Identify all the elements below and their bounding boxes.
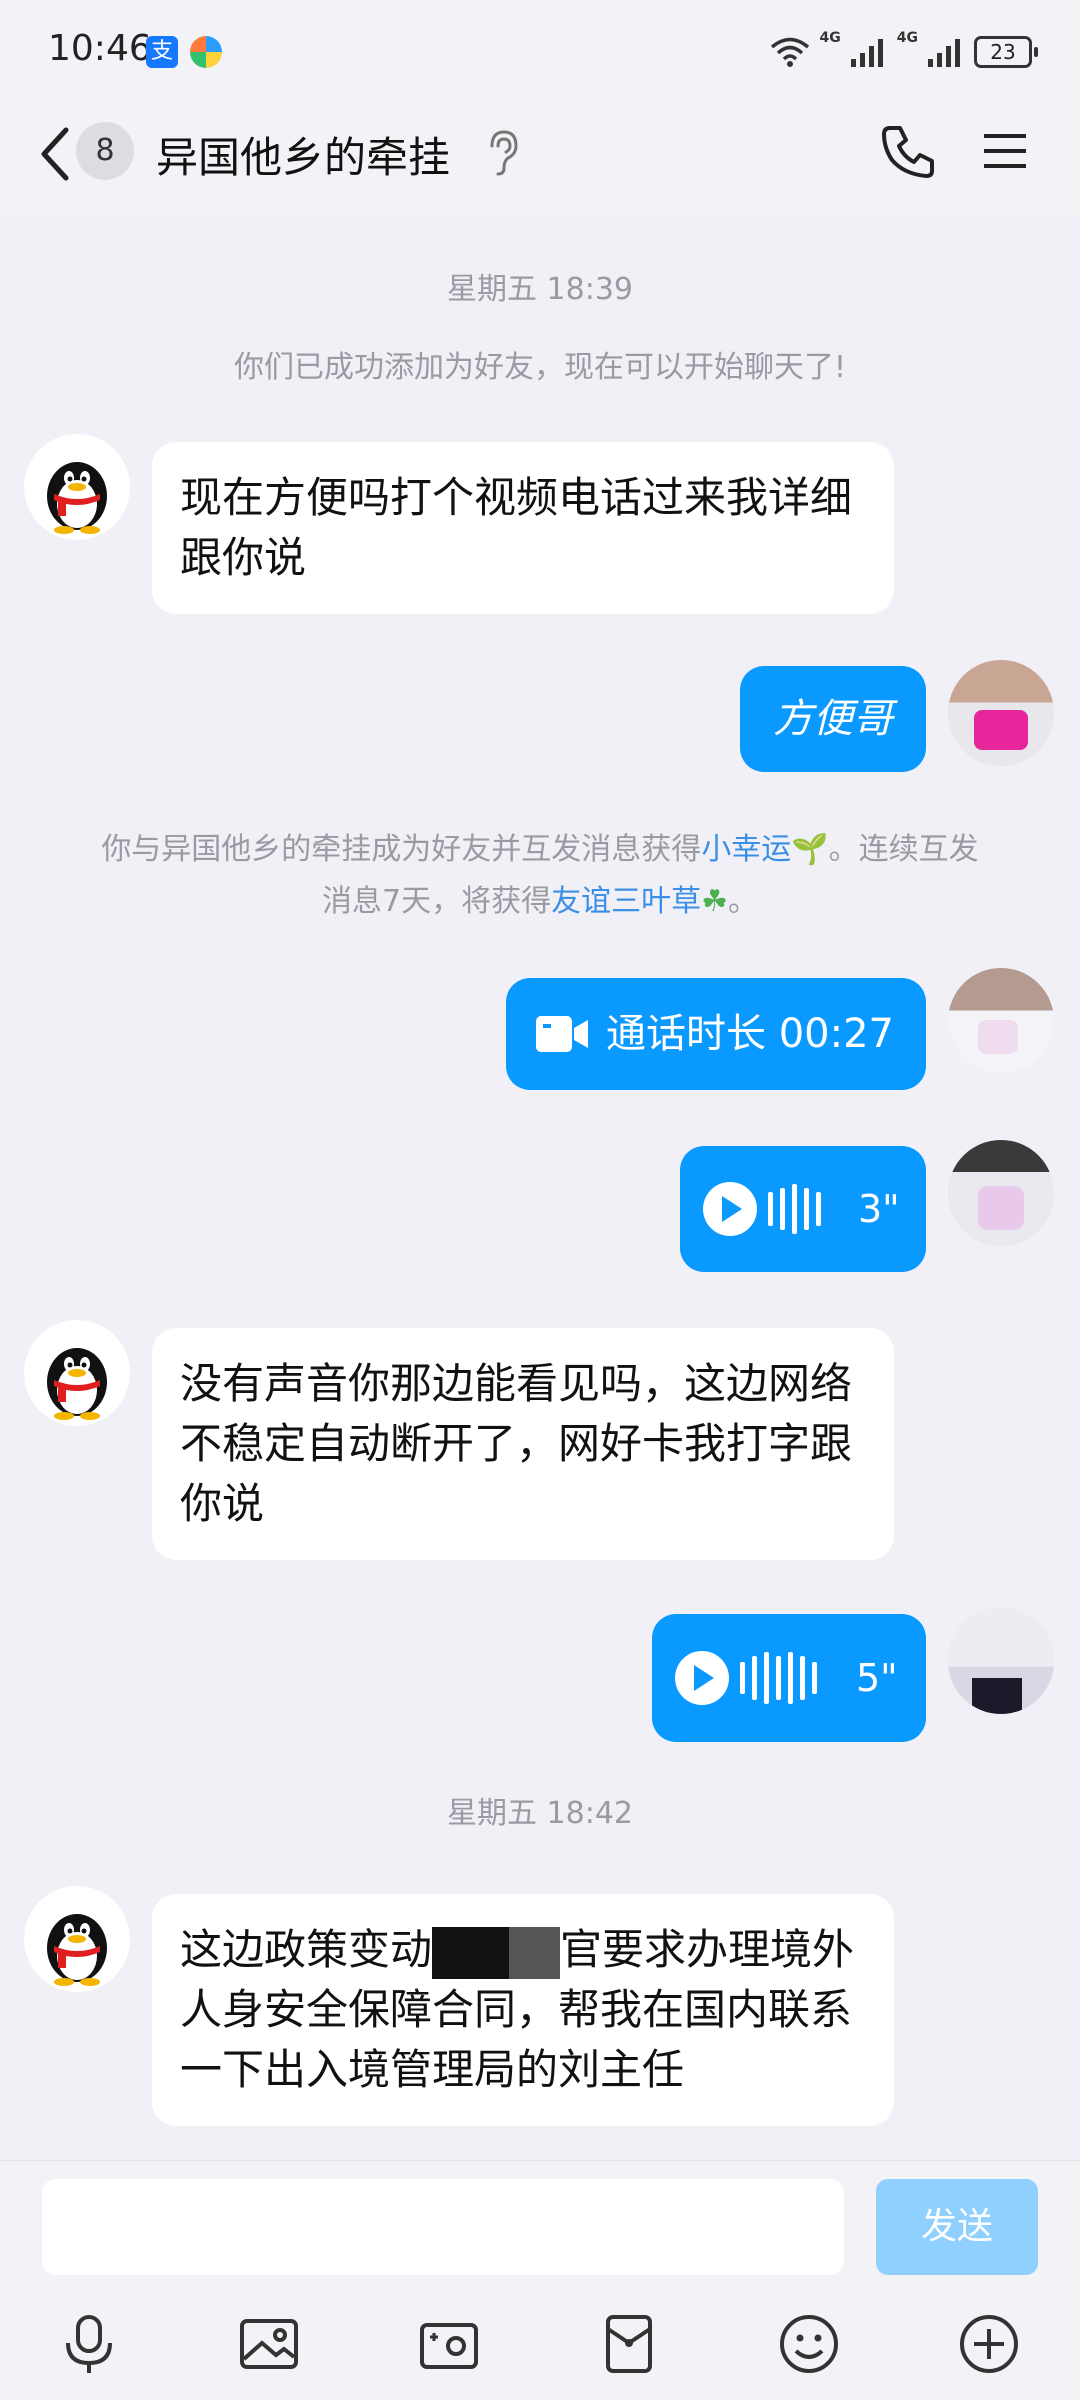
menu-icon[interactable] — [980, 126, 1030, 176]
sprout-icon: 🌱 — [791, 832, 829, 867]
browser-app-icon — [190, 36, 222, 68]
timestamp: 星期五 18:42 — [447, 1796, 633, 1831]
system-text: 。 — [728, 884, 758, 919]
system-message-added: 你们已成功添加为好友，现在可以开始聊天了! — [233, 350, 847, 385]
signal-icon — [928, 39, 960, 67]
call-duration: 通话时长 00:27 — [606, 1011, 894, 1057]
status-time: 10:46 — [48, 28, 152, 69]
avatar-self[interactable] — [948, 660, 1054, 766]
message-bubble-outgoing[interactable]: 方便哥 — [740, 666, 926, 772]
message-bubble-incoming[interactable]: 现在方便吗打个视频电话过来我详细跟你说 — [152, 442, 894, 614]
chat-title[interactable]: 异国他乡的牵挂 — [156, 124, 450, 185]
video-camera-icon — [536, 1016, 588, 1052]
image-icon[interactable] — [236, 2311, 302, 2377]
emoji-icon[interactable] — [776, 2311, 842, 2377]
link-clover[interactable]: 友谊三叶草 — [551, 884, 701, 919]
network-type-1: 4G — [819, 30, 841, 46]
phone-icon[interactable] — [880, 122, 938, 180]
avatar-self[interactable] — [948, 1140, 1054, 1246]
avatar-self[interactable] — [948, 968, 1054, 1074]
qq-penguin-icon — [47, 1348, 107, 1420]
plus-icon[interactable] — [956, 2311, 1022, 2377]
voice-duration: 5" — [856, 1656, 898, 1700]
message-text: 这边政策变动 — [180, 1925, 433, 1974]
back-arrow-icon[interactable] — [32, 124, 82, 184]
call-record-bubble[interactable]: 通话时长 00:27 — [506, 978, 926, 1090]
system-text: 消息7天，将获得 — [322, 884, 552, 919]
link-little-luck[interactable]: 小幸运 — [701, 832, 791, 867]
wifi-icon — [770, 37, 809, 67]
unread-badge[interactable]: 8 — [76, 122, 134, 180]
message-bubble-incoming[interactable]: 没有声音你那边能看见吗，这边网络不稳定自动断开了，网好卡我打字跟你说 — [152, 1328, 894, 1560]
system-text: 你与异国他乡的牵挂成为好友并互发消息获得 — [101, 832, 702, 867]
chat-header: 8 异国他乡的牵挂 — [0, 100, 1080, 218]
system-message-luck: 你与异国他乡的牵挂成为好友并互发消息获得小幸运🌱。连续互发 — [0, 824, 1080, 876]
message-input[interactable] — [42, 2179, 844, 2275]
system-text: 。连续互发 — [828, 832, 979, 867]
redacted-region — [432, 1926, 561, 1979]
timestamp: 星期五 18:39 — [447, 272, 633, 307]
voice-message-bubble[interactable]: 5" — [652, 1614, 926, 1742]
mic-icon[interactable] — [56, 2311, 122, 2377]
message-bubble-incoming[interactable]: 这边政策变动 官要求办理境外人身安全保障合同，帮我在国内联系一下出入境管理局的刘主… — [152, 1894, 894, 2126]
avatar-qq-penguin[interactable] — [24, 1320, 130, 1426]
ear-icon — [490, 130, 518, 176]
voice-duration: 3" — [858, 1187, 900, 1231]
status-indicators: 4G 4G 23 — [770, 30, 1038, 72]
status-bar: 10:46 支 4G 4G 23 — [0, 0, 1080, 100]
voice-message-bubble[interactable]: 3" — [680, 1146, 926, 1272]
avatar-qq-penguin[interactable] — [24, 434, 130, 540]
signal-icon — [850, 39, 883, 67]
input-bar: 发送 — [0, 2160, 1080, 2400]
avatar-qq-penguin[interactable] — [24, 1886, 130, 1992]
alipay-icon: 支 — [146, 36, 178, 68]
network-type-2: 4G — [896, 30, 918, 46]
system-message-luck-2: 消息7天，将获得友谊三叶草☘。 — [0, 876, 1080, 928]
battery-icon: 23 — [974, 36, 1038, 68]
qq-penguin-icon — [47, 462, 107, 534]
clover-icon: ☘ — [701, 884, 728, 919]
avatar-self[interactable] — [948, 1608, 1054, 1714]
hongbao-icon[interactable] — [596, 2311, 662, 2377]
send-button[interactable]: 发送 — [876, 2179, 1038, 2275]
camera-icon[interactable] — [416, 2311, 482, 2377]
qq-penguin-icon — [47, 1914, 107, 1986]
